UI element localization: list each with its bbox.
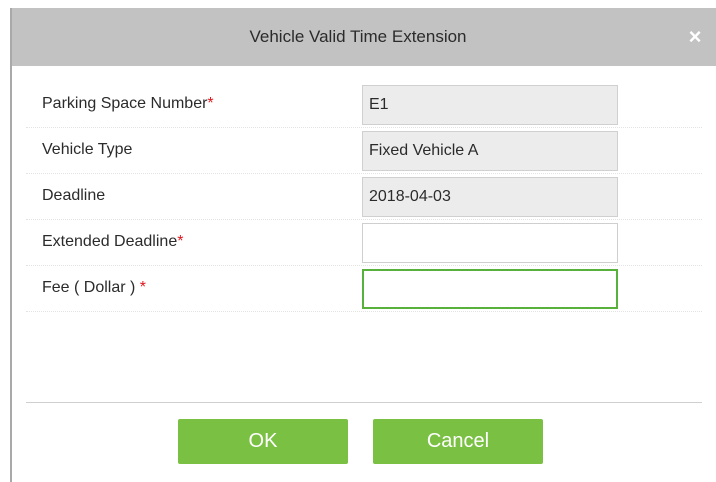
parking-space-number-label: Parking Space Number* — [42, 82, 214, 126]
fee-row: Fee ( Dollar ) * — [26, 266, 702, 312]
extended-deadline-row: Extended Deadline* — [26, 220, 702, 266]
vehicle-type-field[interactable] — [362, 131, 618, 171]
vehicle-valid-time-extension-dialog: Vehicle Valid Time Extension × Parking S… — [10, 8, 716, 482]
extension-form: Parking Space Number* Vehicle Type Deadl… — [26, 82, 702, 312]
extended-deadline-label-text: Extended Deadline — [42, 233, 178, 250]
fee-dollar-field[interactable] — [362, 269, 618, 309]
deadline-label-text: Deadline — [42, 187, 106, 204]
parking-space-number-label-text: Parking Space Number — [42, 95, 208, 112]
parking-space-number-row: Parking Space Number* — [26, 82, 702, 128]
required-mark: * — [207, 95, 214, 112]
deadline-row: Deadline — [26, 174, 702, 220]
parking-space-number-field[interactable] — [362, 85, 618, 125]
fee-label-text: Fee ( Dollar ) — [42, 279, 140, 296]
dialog-title: Vehicle Valid Time Extension — [249, 27, 467, 46]
footer-divider — [26, 402, 702, 403]
deadline-label: Deadline — [42, 174, 105, 218]
dialog-titlebar: Vehicle Valid Time Extension × — [12, 8, 716, 66]
vehicle-type-row: Vehicle Type — [26, 128, 702, 174]
cancel-button[interactable]: Cancel — [373, 419, 543, 464]
required-mark: * — [177, 233, 184, 250]
vehicle-type-label: Vehicle Type — [42, 128, 132, 172]
required-mark: * — [139, 279, 147, 296]
fee-label: Fee ( Dollar ) * — [42, 266, 146, 310]
deadline-field[interactable] — [362, 177, 618, 217]
extended-deadline-field[interactable] — [362, 223, 618, 263]
ok-button[interactable]: OK — [178, 419, 348, 464]
vehicle-type-label-text: Vehicle Type — [42, 141, 133, 158]
close-icon[interactable]: × — [682, 24, 708, 50]
extended-deadline-label: Extended Deadline* — [42, 220, 183, 264]
